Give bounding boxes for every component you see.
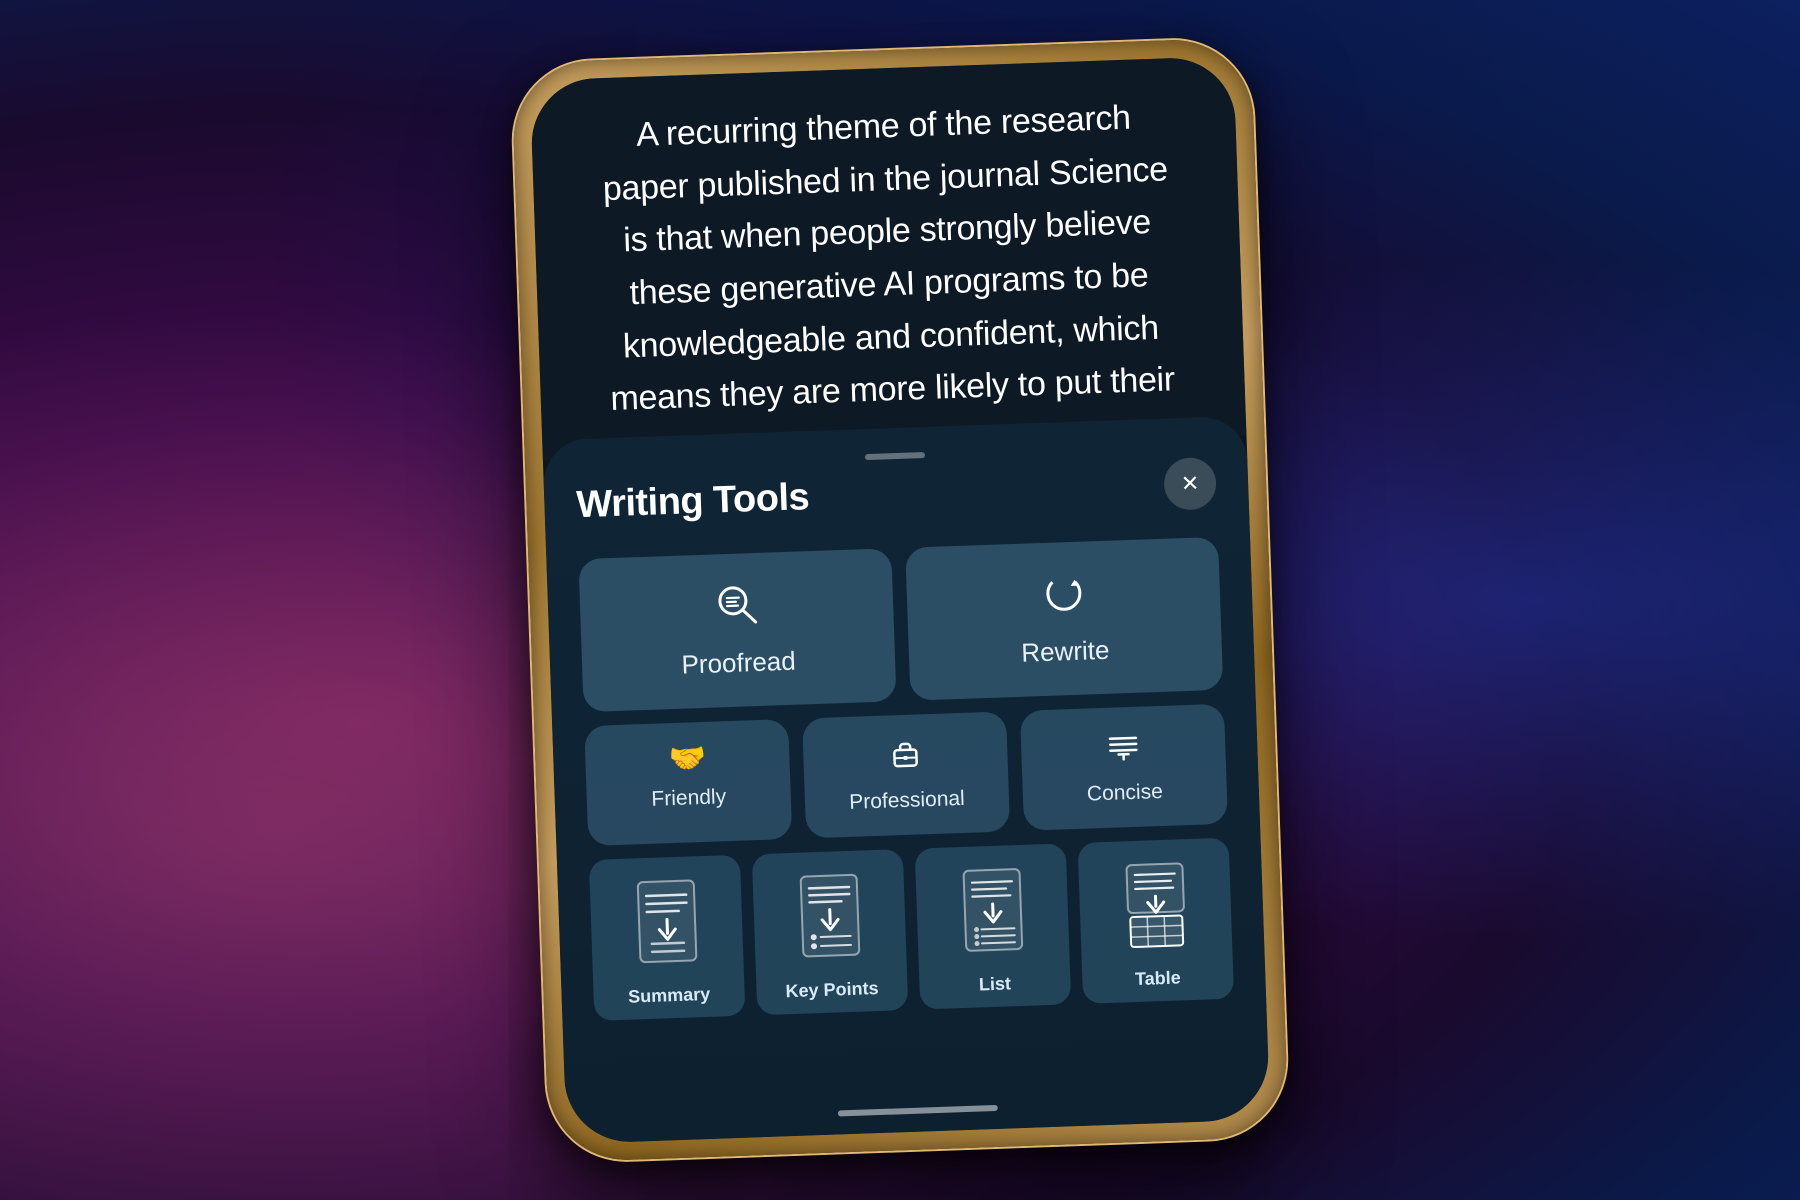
article-text-area: A recurring theme of the research paper … <box>530 56 1247 460</box>
friendly-button[interactable]: 🤝 Friendly <box>584 719 792 846</box>
table-icon <box>1086 852 1224 957</box>
rewrite-icon <box>1040 570 1088 624</box>
rewrite-label: Rewrite <box>1021 635 1110 669</box>
table-button[interactable]: Table <box>1078 838 1235 1004</box>
panel-title: Writing Tools <box>576 476 810 527</box>
summary-label: Summary <box>624 976 715 1020</box>
phone-wrapper: A recurring theme of the research paper … <box>511 37 1289 1162</box>
proofread-icon <box>713 581 761 635</box>
mid-row: 🤝 Friendly Professional <box>584 704 1228 846</box>
list-icon <box>923 858 1061 963</box>
proofread-label: Proofread <box>681 646 796 681</box>
writing-tools-panel: Writing Tools ✕ <box>542 416 1270 1144</box>
panel-header: Writing Tools ✕ <box>576 457 1217 531</box>
phone-screen: A recurring theme of the research paper … <box>530 56 1271 1144</box>
article-paragraph: A recurring theme of the research paper … <box>591 90 1186 426</box>
professional-icon <box>888 736 923 777</box>
summary-icon <box>597 869 735 974</box>
bottom-row: Summary <box>589 838 1234 1021</box>
proofread-button[interactable]: Proofread <box>578 548 896 712</box>
friendly-label: Friendly <box>651 785 726 812</box>
close-button[interactable]: ✕ <box>1163 457 1217 511</box>
professional-label: Professional <box>849 787 965 815</box>
summary-button[interactable]: Summary <box>589 855 746 1021</box>
concise-icon <box>1106 729 1141 770</box>
friendly-icon: 🤝 <box>668 744 706 775</box>
rewrite-button[interactable]: Rewrite <box>905 537 1223 701</box>
table-label: Table <box>1130 959 1185 1002</box>
close-icon: ✕ <box>1180 470 1199 497</box>
professional-button[interactable]: Professional <box>802 711 1010 838</box>
concise-button[interactable]: Concise <box>1020 704 1228 831</box>
list-button[interactable]: List <box>915 843 1072 1009</box>
list-label: List <box>974 965 1015 1007</box>
key-points-label: Key Points <box>781 970 883 1015</box>
concise-label: Concise <box>1087 780 1164 807</box>
phone-frame: A recurring theme of the research paper … <box>511 37 1289 1162</box>
key-points-icon <box>760 863 898 968</box>
key-points-button[interactable]: Key Points <box>752 849 909 1015</box>
top-row: Proofread Rewrite <box>578 537 1223 712</box>
